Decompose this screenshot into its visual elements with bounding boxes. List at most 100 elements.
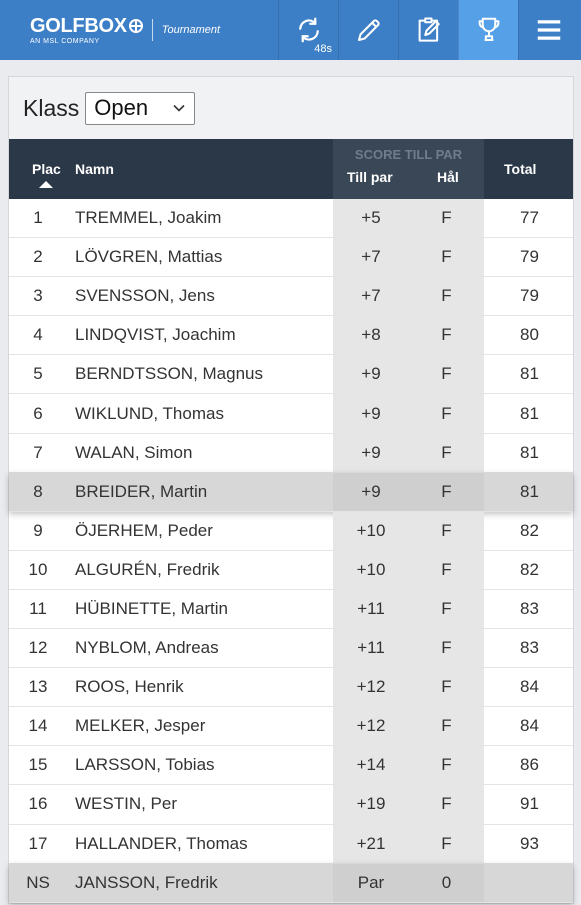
- score-to-par-title: SCORE TILL PAR: [354, 147, 463, 162]
- row-place: 12: [28, 638, 48, 658]
- table-header: SCORE TILL PAR Plac Namn Till par Hål To…: [9, 139, 573, 199]
- leaderboard-button[interactable]: [458, 0, 518, 60]
- row-player-name: NYBLOM, Andreas: [75, 638, 219, 658]
- refresh-icon: [298, 17, 319, 43]
- column-name[interactable]: Namn: [75, 161, 114, 177]
- scorecard-button[interactable]: [398, 0, 458, 60]
- row-place: 16: [28, 794, 48, 814]
- class-select-value: Open: [94, 95, 149, 120]
- table-row[interactable]: 16 WESTIN, Per +19 F 91: [9, 785, 573, 825]
- row-hole: 0: [441, 872, 452, 892]
- row-player-name: SVENSSON, Jens: [75, 286, 215, 306]
- menu-icon: [537, 20, 561, 40]
- row-to-par: +10: [356, 559, 386, 579]
- row-place: 5: [33, 364, 43, 384]
- column-total[interactable]: Total: [504, 161, 536, 177]
- class-select[interactable]: Open: [85, 91, 196, 125]
- row-player-name: HALLANDER, Thomas: [75, 833, 248, 853]
- row-hole: F: [441, 638, 452, 658]
- column-to-par[interactable]: Till par: [347, 169, 393, 185]
- row-hole: F: [441, 755, 452, 775]
- row-place: 9: [33, 520, 43, 540]
- row-player-name: ÖJERHEM, Peder: [75, 520, 213, 540]
- row-player-name: ALGURÉN, Fredrik: [75, 559, 220, 579]
- row-player-name: LÖVGREN, Mattias: [75, 247, 223, 267]
- row-hole: F: [441, 716, 452, 736]
- table-row[interactable]: 13 ROOS, Henrik +12 F 84: [9, 668, 573, 708]
- row-total: 81: [520, 403, 539, 423]
- row-place: 14: [28, 716, 48, 736]
- table-row[interactable]: 15 LARSSON, Tobias +14 F 86: [9, 746, 573, 786]
- table-row[interactable]: NS JANSSON, Fredrik Par 0: [9, 863, 575, 903]
- row-total: [484, 864, 575, 902]
- row-total: 81: [520, 481, 539, 501]
- brand[interactable]: GOLFBOX AN MSL COMPANY Tournament: [0, 0, 278, 60]
- row-hole: F: [441, 442, 452, 462]
- class-filter: Klass Open: [9, 77, 573, 139]
- row-to-par: +19: [356, 794, 386, 814]
- row-player-name: ROOS, Henrik: [75, 677, 184, 697]
- table-row[interactable]: 14 MELKER, Jesper +12 F 84: [9, 707, 573, 747]
- top-bar: GOLFBOX AN MSL COMPANY Tournament 48s: [0, 0, 581, 60]
- row-player-name: WIKLUND, Thomas: [75, 403, 224, 423]
- table-body: 1 TREMMEL, Joakim +5 F 77 2 LÖVGREN, Mattias +7…: [9, 199, 573, 903]
- refresh-button[interactable]: 48s: [278, 0, 338, 60]
- row-player-name: JANSSON, Fredrik: [75, 872, 218, 892]
- table-row[interactable]: 6 WIKLUND, Thomas +9 F 81: [9, 394, 573, 434]
- row-to-par: +11: [357, 638, 385, 658]
- table-row[interactable]: 4 LINDQVIST, Joachim +8 F 80: [9, 316, 573, 356]
- table-row[interactable]: 3 SVENSSON, Jens +7 F 79: [9, 277, 573, 317]
- row-to-par: +7: [361, 247, 381, 267]
- row-place: 10: [28, 559, 48, 579]
- table-row[interactable]: 9 ÖJERHEM, Peder +10 F 82: [9, 511, 573, 551]
- brand-logo: GOLFBOX AN MSL COMPANY: [30, 16, 143, 45]
- row-to-par: +21: [356, 833, 386, 853]
- row-hole: F: [441, 559, 452, 579]
- table-row[interactable]: 10 ALGURÉN, Fredrik +10 F 82: [9, 550, 573, 590]
- table-row[interactable]: 8 BREIDER, Martin +9 F 81: [9, 472, 573, 512]
- row-hole: F: [441, 364, 452, 384]
- row-player-name: LARSSON, Tobias: [75, 755, 215, 775]
- row-total: 79: [520, 286, 539, 306]
- table-row[interactable]: 11 HÜBINETTE, Martin +11 F 83: [9, 589, 573, 630]
- table-row[interactable]: 7 WALAN, Simon +9 F 81: [9, 433, 573, 473]
- table-row[interactable]: 5 BERNDTSSON, Magnus +9 F 81: [9, 355, 573, 395]
- column-hole[interactable]: Hål: [437, 169, 459, 185]
- column-place[interactable]: Plac: [32, 161, 61, 177]
- row-hole: F: [441, 833, 452, 853]
- edit-button[interactable]: [338, 0, 398, 60]
- row-place: 11: [29, 598, 47, 618]
- scorecard-icon: [418, 17, 440, 42]
- row-total: 82: [520, 520, 539, 540]
- row-to-par: +7: [361, 286, 381, 306]
- table-row[interactable]: 1 TREMMEL, Joakim +5 F 77: [9, 199, 573, 239]
- row-place: 6: [33, 403, 43, 423]
- menu-button[interactable]: [518, 0, 579, 60]
- row-player-name: WALAN, Simon: [75, 442, 193, 462]
- row-hole: F: [441, 325, 452, 345]
- row-hole: F: [441, 677, 452, 697]
- row-total: 93: [520, 833, 539, 853]
- row-to-par: +9: [361, 481, 381, 501]
- table-row[interactable]: 2 LÖVGREN, Mattias +7 F 79: [9, 238, 573, 278]
- row-place: 2: [33, 247, 43, 267]
- row-to-par: +5: [361, 208, 381, 228]
- row-player-name: BERNDTSSON, Magnus: [75, 364, 263, 384]
- product-name: Tournament: [161, 24, 221, 36]
- row-hole: F: [441, 598, 452, 618]
- table-row[interactable]: 12 NYBLOM, Andreas +11 F 83: [9, 629, 573, 669]
- pencil-icon: [357, 19, 380, 41]
- row-total: 82: [520, 559, 539, 579]
- row-player-name: HÜBINETTE, Martin: [75, 598, 229, 618]
- brand-divider: [151, 19, 153, 41]
- row-to-par: +9: [361, 364, 381, 384]
- chevron-down-icon: [173, 104, 185, 112]
- row-total: 91: [520, 794, 539, 814]
- row-total: 86: [520, 755, 539, 775]
- row-hole: F: [441, 481, 452, 501]
- row-to-par: +8: [361, 325, 381, 345]
- table-row[interactable]: 17 HALLANDER, Thomas +21 F 93: [9, 824, 573, 864]
- row-to-par: +12: [356, 716, 386, 736]
- row-to-par: +11: [357, 598, 385, 618]
- row-total: 81: [520, 364, 539, 384]
